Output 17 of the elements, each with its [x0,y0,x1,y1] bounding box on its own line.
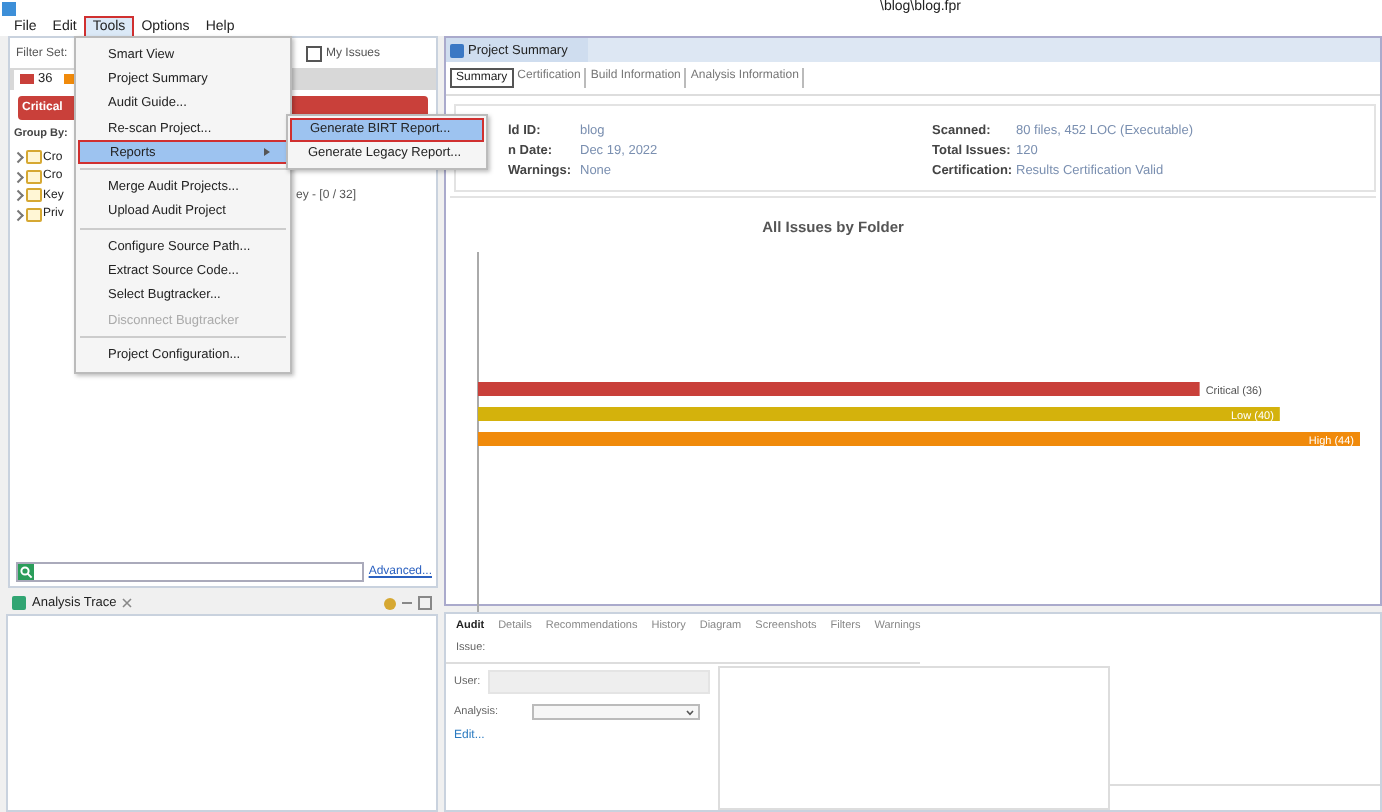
user-field[interactable] [488,670,710,694]
close-icon[interactable] [122,598,133,608]
chevron-icon[interactable] [12,152,23,163]
analysis-dropdown[interactable] [532,704,700,720]
search-field[interactable] [16,562,365,582]
submenu-arrow-icon [264,148,270,157]
checkbox[interactable] [305,45,322,61]
maximize-icon[interactable] [418,596,432,610]
chevron-down-icon [686,709,694,715]
search-icon [18,564,34,580]
settings-icon[interactable] [384,597,396,609]
chevron-icon[interactable] [12,190,23,201]
chevron-icon[interactable] [12,209,23,220]
chevron-icon[interactable] [12,171,23,182]
view-icon [450,43,464,57]
view-icon [12,596,26,610]
app-icon [2,1,16,15]
